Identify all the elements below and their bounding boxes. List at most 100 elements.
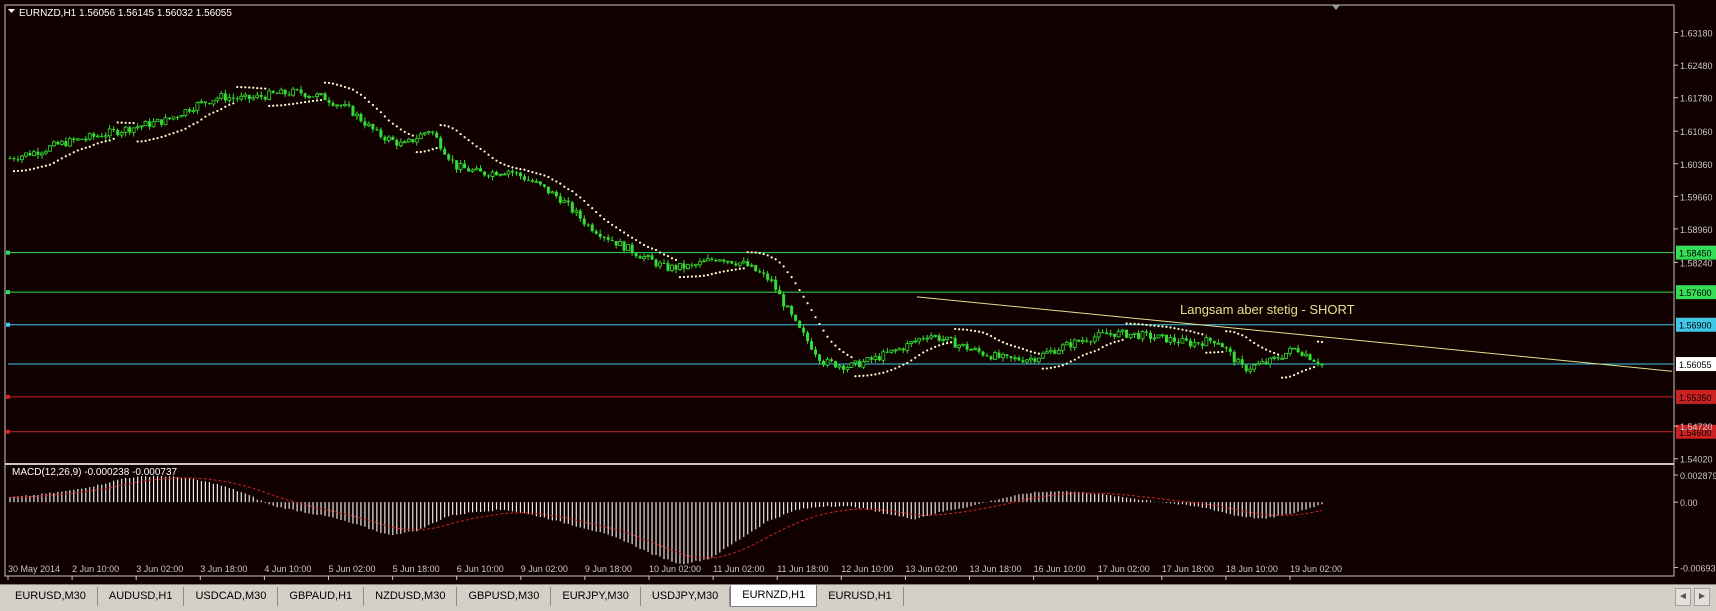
tab-eurusd-m30[interactable]: EURUSD,M30: [4, 587, 98, 606]
candle-body-down: [638, 256, 642, 259]
psar-dot: [539, 173, 542, 176]
candle-body-up: [618, 241, 623, 246]
psar-dot: [954, 327, 957, 331]
candle-body-up: [861, 361, 866, 368]
candle-body-down: [810, 341, 814, 350]
candle-body-down: [1264, 361, 1268, 364]
candle-body-down: [323, 93, 327, 101]
candle-body-up: [219, 93, 224, 99]
candle-body-up: [837, 365, 842, 368]
candle-body-up: [243, 94, 248, 97]
candle-body-up: [941, 339, 946, 342]
candle-body-up: [343, 104, 347, 107]
tab-audusd-h1[interactable]: AUDUSD,H1: [98, 587, 185, 606]
psar-dot: [399, 128, 402, 131]
candle-body-down: [175, 116, 179, 118]
psar-dot: [694, 275, 698, 278]
candle-body-down: [327, 100, 331, 103]
tab-usdjpy-m30[interactable]: USDJPY,M30: [641, 587, 731, 606]
time-tick-label: 13 Jun 18:00: [970, 564, 1022, 574]
candle-body-up: [873, 355, 878, 361]
psar-dot: [300, 101, 303, 104]
psar-dot: [491, 156, 494, 160]
candle-body-up: [741, 260, 746, 264]
indicator-separator[interactable]: [5, 463, 1674, 465]
candle-body-down: [203, 101, 207, 104]
candle-body-up: [135, 126, 140, 129]
psar-dot: [280, 104, 283, 107]
psar-dot: [1149, 324, 1152, 327]
level-handle: [6, 394, 10, 399]
psar-dot: [559, 182, 562, 185]
price-chart[interactable]: EURNZD,H1 1.56056 1.56145 1.56032 1.5605…: [0, 0, 1716, 611]
psar-dot: [1129, 322, 1132, 325]
psar-dot: [642, 243, 646, 247]
candle-body-up: [785, 305, 790, 308]
tab-eurusd-h1[interactable]: EURUSD,H1: [817, 587, 904, 606]
psar-dot: [228, 103, 231, 106]
candle-body-up: [40, 152, 44, 156]
psar-dot: [184, 127, 187, 130]
candle-body-up: [905, 343, 910, 351]
tab-usdcad-m30[interactable]: USDCAD,M30: [184, 587, 279, 606]
psar-dot: [906, 361, 909, 365]
candle-body-up: [59, 140, 64, 145]
chart-tabs-bar: EURUSD,M30 AUDUSD,H1 USDCAD,M30 GBPAUD,H…: [0, 584, 1716, 611]
psar-dot: [1097, 348, 1100, 351]
psar-dot: [993, 337, 997, 340]
candle-body-up: [307, 96, 311, 98]
level-handle: [6, 250, 10, 255]
candle-body-up: [474, 167, 479, 171]
candle-body-down: [247, 94, 251, 100]
psar-dot: [666, 254, 670, 258]
psar-dot: [981, 331, 985, 334]
psar-dot: [587, 203, 590, 207]
psar-dot: [762, 252, 765, 256]
psar-dot: [969, 329, 973, 332]
psar-dot: [132, 122, 135, 125]
tab-gbpusd-m30[interactable]: GBPUSD,M30: [457, 587, 552, 606]
candle-body-down: [443, 148, 447, 155]
psar-dot: [806, 302, 809, 305]
psar-dot: [152, 137, 155, 141]
tab-nzdusd-m30[interactable]: NZDUSD,M30: [364, 587, 458, 606]
candle-body-down: [1316, 361, 1320, 365]
psar-dot: [1233, 331, 1236, 334]
candle-body-down: [148, 121, 152, 127]
tab-gbpaud-h1[interactable]: GBPAUD,H1: [278, 587, 365, 606]
psar-dot: [838, 348, 841, 351]
candle-body-up: [1288, 347, 1292, 354]
psar-dot: [870, 373, 873, 377]
candle-body-up: [1140, 331, 1145, 340]
psar-dot: [427, 149, 430, 152]
candle-body-down: [1069, 342, 1073, 348]
candle-body-up: [498, 173, 503, 176]
candle-body-down: [275, 92, 279, 94]
psar-dot: [120, 121, 123, 124]
psar-dot: [611, 223, 614, 226]
candle-body-down: [395, 139, 399, 146]
psar-dot: [100, 141, 103, 144]
tab-eurnzd-h1[interactable]: EURNZD,H1: [730, 585, 818, 607]
time-tick-label: 5 Jun 18:00: [393, 564, 440, 574]
candle-body-down: [1228, 348, 1232, 352]
price-label: 1.56055: [1679, 360, 1712, 370]
candle-body-up: [47, 145, 52, 152]
psar-dot: [934, 345, 937, 348]
candle-body-up: [1248, 368, 1253, 372]
psar-dot: [985, 333, 989, 336]
psar-dot: [284, 103, 287, 106]
candle-body-down: [463, 163, 467, 169]
candle-body-down: [1196, 342, 1200, 344]
scroll-left-icon[interactable]: ◄: [1675, 588, 1691, 606]
psar-dot: [942, 342, 945, 346]
scroll-right-icon[interactable]: ►: [1694, 588, 1710, 606]
psar-dot: [272, 104, 275, 107]
candle-body-down: [1232, 351, 1236, 363]
candle-body-down: [754, 265, 758, 272]
candle-body-up: [917, 337, 922, 342]
tab-eurjpy-m30[interactable]: EURJPY,M30: [551, 587, 641, 606]
candle-body-up: [849, 362, 854, 368]
psar-dot: [989, 334, 993, 338]
psar-dot: [196, 121, 199, 124]
